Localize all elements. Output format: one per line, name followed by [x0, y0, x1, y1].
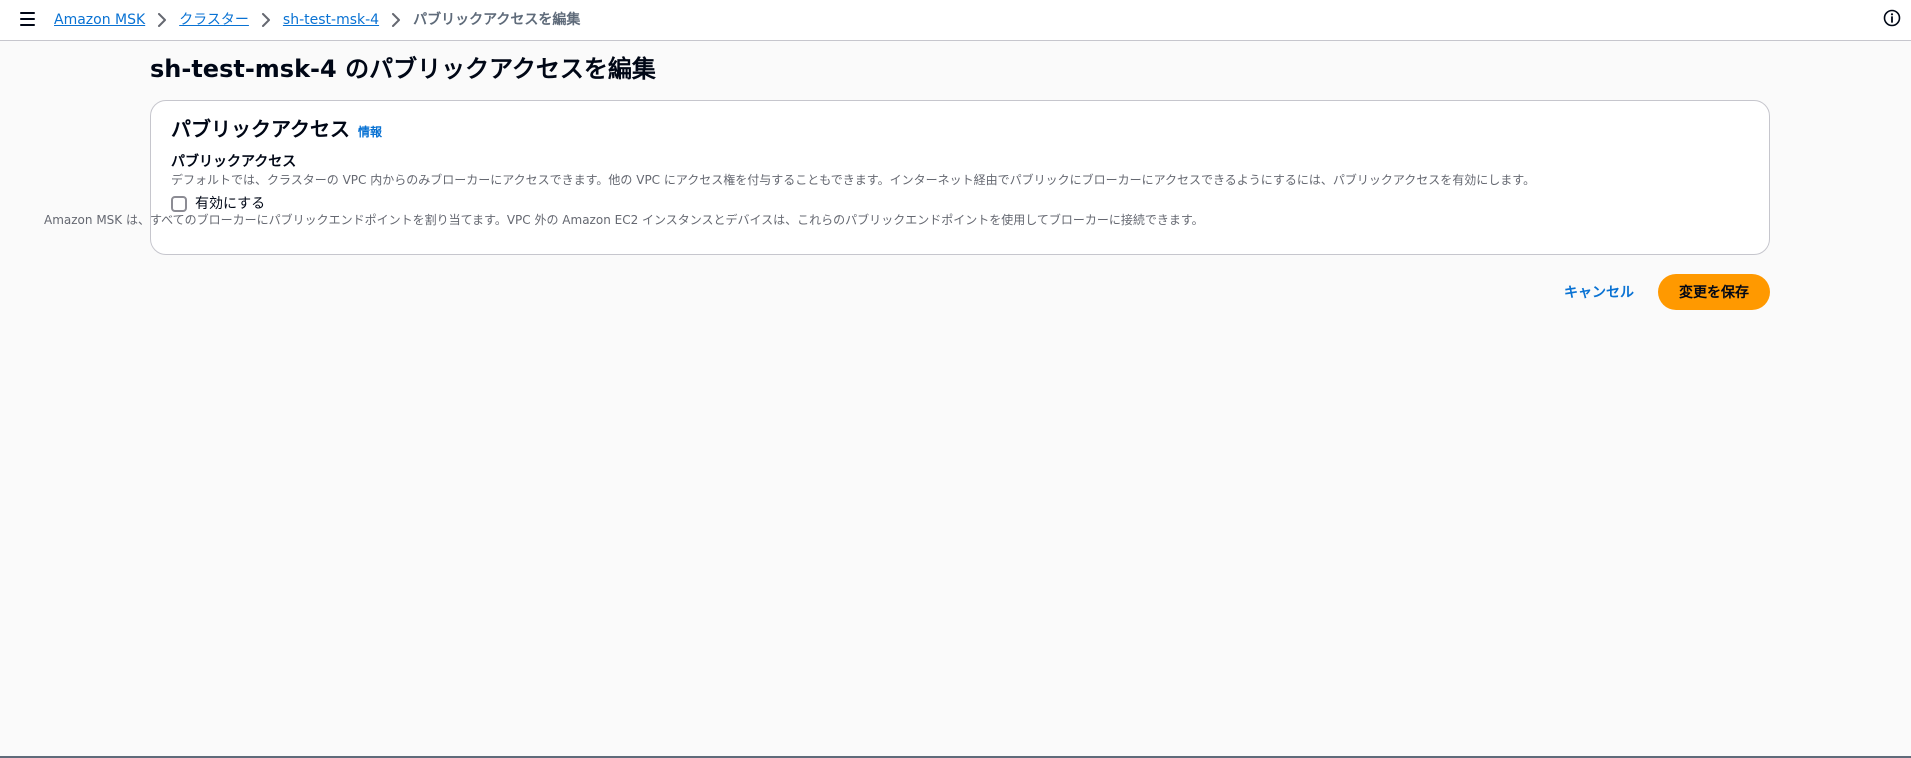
breadcrumb: Amazon MSK クラスター sh-test-msk-4 パブリックアクセス… — [54, 10, 580, 30]
section-title: パブリックアクセス — [171, 117, 350, 141]
field-label: パブリックアクセス — [171, 154, 297, 170]
hamburger-menu-icon[interactable] — [16, 8, 38, 30]
container-header: パブリックアクセス 情報 — [171, 115, 382, 143]
breadcrumb-link-clusters[interactable]: クラスター — [179, 10, 249, 30]
page-title: sh-test-msk-4 のパブリックアクセスを編集 — [150, 55, 656, 83]
top-navigation: Amazon MSK クラスター sh-test-msk-4 パブリックアクセス… — [0, 0, 1911, 41]
breadcrumb-link-cluster-name[interactable]: sh-test-msk-4 — [283, 10, 379, 30]
checkbox-description: Amazon MSK は、すべてのブローカーにパブリックエンドポイントを割り当て… — [44, 213, 1204, 227]
public-access-container: パブリックアクセス 情報 パブリックアクセス デフォルトでは、クラスターの VP… — [150, 100, 1770, 255]
info-link[interactable]: 情報 — [358, 123, 382, 140]
form-actions: キャンセル 変更を保存 — [1544, 274, 1770, 310]
checkbox-label[interactable]: 有効にする — [195, 194, 265, 214]
chevron-right-icon — [391, 13, 401, 27]
chevron-right-icon — [157, 13, 167, 27]
chevron-right-icon — [261, 13, 271, 27]
save-changes-button[interactable]: 変更を保存 — [1658, 274, 1770, 310]
cancel-button[interactable]: キャンセル — [1544, 276, 1654, 308]
field-description: デフォルトでは、クラスターの VPC 内からのみブローカーにアクセスできます。他… — [171, 173, 1536, 187]
breadcrumb-link-amazon-msk[interactable]: Amazon MSK — [54, 10, 145, 30]
info-circle-icon[interactable] — [1883, 9, 1901, 27]
breadcrumb-current: パブリックアクセスを編集 — [413, 12, 581, 28]
enable-public-access-row[interactable]: 有効にする — [171, 194, 265, 214]
enable-public-access-checkbox[interactable] — [171, 196, 187, 212]
